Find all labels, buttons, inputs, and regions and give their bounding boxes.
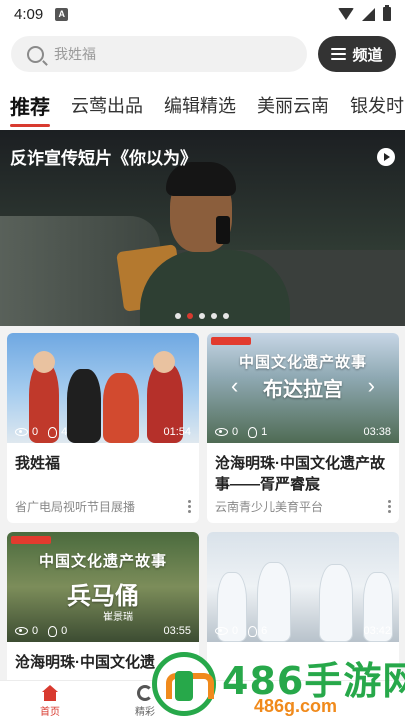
thumb-caption: 中国文化遗产故事 bbox=[38, 553, 167, 570]
card-footer: 云南青少儿美育平台 bbox=[215, 498, 391, 515]
like-icon bbox=[48, 625, 58, 637]
video-thumbnail: 0 4 01:54 bbox=[7, 333, 199, 443]
battery-icon bbox=[383, 5, 391, 21]
carousel-dots bbox=[175, 313, 229, 319]
tab-editor-picks[interactable]: 编辑精选 bbox=[164, 92, 236, 118]
eye-icon bbox=[15, 428, 28, 436]
watermark: 486手游网 486g.com bbox=[150, 648, 405, 720]
tab-yunying[interactable]: 云莺出品 bbox=[71, 92, 143, 118]
banner-title: 反诈宣传短片《你以为》 bbox=[10, 149, 197, 168]
thumb-small-caption: 崔景瑞 bbox=[103, 612, 133, 623]
search-placeholder: 我姓福 bbox=[54, 46, 96, 62]
like-icon bbox=[248, 426, 258, 438]
view-count: 0 bbox=[232, 426, 239, 438]
thumb-figure-head bbox=[153, 351, 175, 373]
tab-beautiful-yunnan[interactable]: 美丽云南 bbox=[257, 92, 329, 118]
banner-carousel[interactable]: 反诈宣传短片《你以为》 bbox=[0, 130, 405, 326]
chevron-left-icon: ‹ bbox=[231, 373, 239, 398]
watermark-logo bbox=[152, 652, 216, 716]
channel-button[interactable]: 频道 bbox=[318, 36, 396, 72]
view-count: 0 bbox=[32, 625, 39, 637]
like-count: 6 bbox=[261, 625, 268, 637]
thumb-figure-head bbox=[33, 351, 55, 373]
carousel-dot[interactable] bbox=[211, 313, 217, 319]
carousel-dot-active[interactable] bbox=[187, 313, 193, 319]
thumb-stats: 0 6 03:42 bbox=[215, 625, 391, 637]
home-icon bbox=[41, 685, 59, 701]
category-tabs: 推荐 云莺出品 编辑精选 美丽云南 银发时 bbox=[0, 80, 405, 130]
card-source: 省广电局视听节目展播 bbox=[15, 500, 136, 514]
card-title: 沧海明珠·中国文化遗产故事——胥严睿宸 bbox=[215, 455, 385, 493]
search-icon bbox=[27, 45, 44, 63]
thumb-stats: 0 0 03:55 bbox=[15, 625, 191, 637]
tab-silver[interactable]: 银发时 bbox=[350, 92, 404, 118]
play-icon[interactable] bbox=[377, 148, 395, 166]
video-thumbnail: 中国文化遗产故事 布达拉宫 ‹ › 0 1 03:38 bbox=[207, 333, 399, 443]
nav-home[interactable]: 首页 bbox=[25, 685, 75, 718]
chevron-right-icon: › bbox=[367, 373, 375, 398]
brand-tag bbox=[11, 536, 51, 544]
like-icon bbox=[48, 426, 58, 438]
more-icon[interactable] bbox=[188, 500, 191, 513]
signal-icon bbox=[362, 7, 375, 21]
video-thumbnail: 0 6 03:42 bbox=[207, 532, 399, 642]
like-count: 4 bbox=[61, 426, 68, 438]
status-bar: 4:09 A bbox=[0, 0, 405, 28]
carousel-dot[interactable] bbox=[199, 313, 205, 319]
carousel-dot[interactable] bbox=[175, 313, 181, 319]
search-header: 我姓福 频道 bbox=[0, 28, 405, 80]
thumb-big-caption: 兵马俑 bbox=[67, 581, 139, 610]
like-count: 1 bbox=[261, 426, 268, 438]
carousel-dot[interactable] bbox=[223, 313, 229, 319]
app-screen: 4:09 A 我姓福 频道 推荐 云莺出品 编辑精选 美丽云南 银发时 反诈宣传… bbox=[0, 0, 405, 720]
like-icon bbox=[248, 625, 258, 637]
thumb-caption: 中国文化遗产故事 bbox=[238, 354, 367, 371]
like-count: 0 bbox=[61, 625, 68, 637]
eye-icon bbox=[15, 627, 28, 635]
duration: 01:54 bbox=[163, 426, 191, 438]
view-count: 0 bbox=[32, 426, 39, 438]
video-card[interactable]: 中国文化遗产故事 布达拉宫 ‹ › 0 1 03:38 沧海明珠·中国文化遗产故… bbox=[207, 333, 399, 523]
channel-label: 频道 bbox=[352, 46, 383, 64]
thumb-stats: 0 4 01:54 bbox=[15, 426, 191, 438]
status-icons bbox=[338, 5, 391, 21]
duration: 03:38 bbox=[363, 426, 391, 438]
status-time: 4:09 bbox=[14, 5, 44, 23]
thumb-stats: 0 1 03:38 bbox=[215, 426, 391, 438]
menu-icon bbox=[331, 48, 347, 60]
search-input[interactable]: 我姓福 bbox=[11, 36, 307, 72]
card-footer: 省广电局视听节目展播 bbox=[15, 498, 191, 515]
duration: 03:42 bbox=[363, 625, 391, 637]
nav-label: 首页 bbox=[40, 707, 60, 718]
eye-icon bbox=[215, 428, 228, 436]
video-card[interactable]: 0 4 01:54 我姓福 省广电局视听节目展播 bbox=[7, 333, 199, 523]
tab-recommend[interactable]: 推荐 bbox=[10, 91, 50, 127]
banner-phone bbox=[216, 216, 230, 244]
watermark-url: 486g.com bbox=[254, 696, 338, 716]
card-source: 云南青少儿美育平台 bbox=[215, 500, 324, 514]
video-thumbnail: 中国文化遗产故事 兵马俑 崔景瑞 0 0 03:55 bbox=[7, 532, 199, 642]
view-count: 0 bbox=[232, 625, 239, 637]
card-title: 我姓福 bbox=[15, 455, 61, 472]
duration: 03:55 bbox=[163, 625, 191, 637]
notification-a-icon: A bbox=[55, 7, 69, 21]
more-icon[interactable] bbox=[388, 500, 391, 513]
wifi-icon bbox=[338, 8, 354, 20]
eye-icon bbox=[215, 627, 228, 635]
brand-tag bbox=[211, 337, 251, 345]
